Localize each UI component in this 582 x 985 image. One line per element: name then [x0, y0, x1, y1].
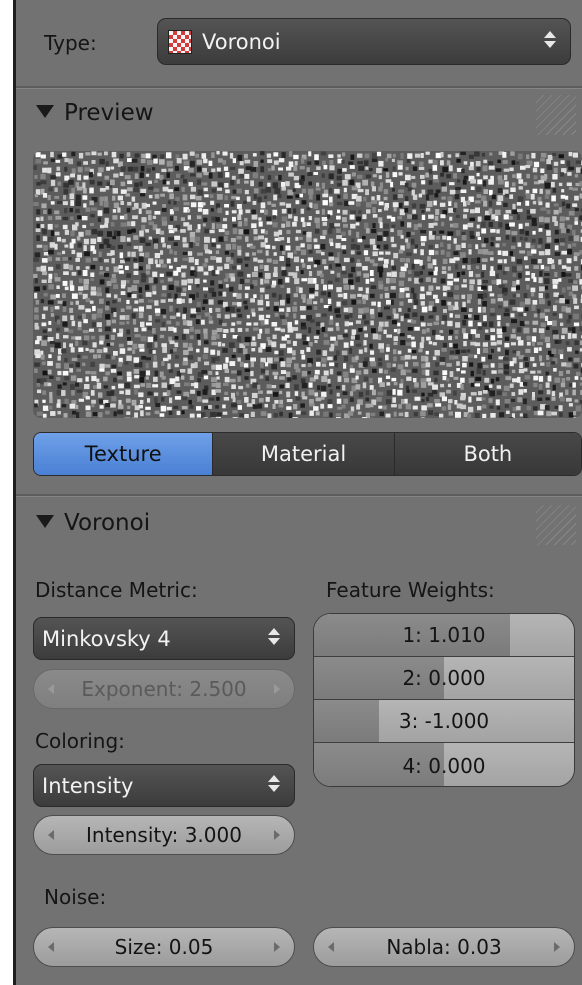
texture-preview-image	[33, 151, 582, 418]
noise-size-field[interactable]: Size: 0.05	[33, 927, 295, 967]
panel-drag-grip-icon[interactable]	[536, 95, 576, 135]
feature-weight-2-slider[interactable]: 2: 0.000	[314, 657, 574, 700]
increment-arrow-icon[interactable]	[274, 942, 280, 952]
nabla-field[interactable]: Nabla: 0.03	[313, 927, 575, 967]
feature-weight-3-value: 3: -1.000	[398, 709, 490, 733]
preview-panel-header[interactable]: Preview	[36, 100, 154, 126]
feature-weight-3-slider[interactable]: 3: -1.000	[314, 700, 574, 743]
distance-metric-value: Minkovsky 4	[42, 626, 171, 651]
collapse-triangle-icon	[36, 105, 54, 118]
voronoi-panel-header[interactable]: Voronoi	[36, 510, 150, 536]
tab-material[interactable]: Material	[213, 433, 395, 475]
preview-header-label: Preview	[64, 100, 154, 126]
exponent-field[interactable]: Exponent: 2.500	[33, 669, 295, 709]
distance-metric-label: Distance Metric:	[35, 578, 198, 602]
preview-mode-tabs: Texture Material Both	[33, 432, 582, 476]
intensity-value: Intensity: 3.000	[86, 823, 242, 847]
feature-weight-1-value: 1: 1.010	[402, 623, 486, 647]
intensity-field[interactable]: Intensity: 3.000	[33, 815, 295, 855]
tab-texture[interactable]: Texture	[34, 433, 214, 475]
type-dropdown[interactable]: Voronoi	[157, 18, 571, 65]
panel-drag-grip-icon[interactable]	[536, 505, 576, 545]
collapse-triangle-icon	[36, 515, 54, 528]
nabla-value: Nabla: 0.03	[386, 935, 502, 959]
voronoi-header-label: Voronoi	[64, 510, 151, 536]
checker-texture-icon	[168, 30, 192, 54]
coloring-label: Coloring:	[35, 729, 125, 753]
type-label: Type:	[44, 31, 97, 55]
tab-both[interactable]: Both	[394, 433, 581, 475]
dropdown-arrows-icon	[268, 628, 280, 645]
noise-label: Noise:	[44, 885, 107, 909]
feature-weights-group: 1: 1.010 2: 0.000 3: -1.000 4: 0.000	[313, 613, 575, 787]
noise-size-value: Size: 0.05	[114, 935, 214, 959]
voronoi-noise-preview	[33, 151, 582, 418]
feature-weights-label: Feature Weights:	[326, 578, 495, 602]
coloring-dropdown[interactable]: Intensity	[33, 764, 295, 807]
feature-weight-2-value: 2: 0.000	[402, 666, 486, 690]
increment-arrow-icon[interactable]	[554, 942, 560, 952]
feature-weight-4-value: 4: 0.000	[402, 753, 486, 778]
feature-weight-1-slider[interactable]: 1: 1.010	[314, 614, 574, 657]
distance-metric-dropdown[interactable]: Minkovsky 4	[33, 617, 295, 660]
feature-weight-4-slider[interactable]: 4: 0.000	[314, 743, 574, 786]
type-value: Voronoi	[202, 29, 281, 54]
increment-arrow-icon[interactable]	[274, 684, 280, 694]
coloring-value: Intensity	[42, 773, 134, 798]
divider	[16, 494, 582, 497]
exponent-value: Exponent: 2.500	[81, 677, 247, 701]
divider	[16, 86, 582, 89]
dropdown-arrows-icon	[268, 775, 280, 792]
dropdown-arrows-icon	[544, 31, 556, 48]
increment-arrow-icon[interactable]	[274, 830, 280, 840]
